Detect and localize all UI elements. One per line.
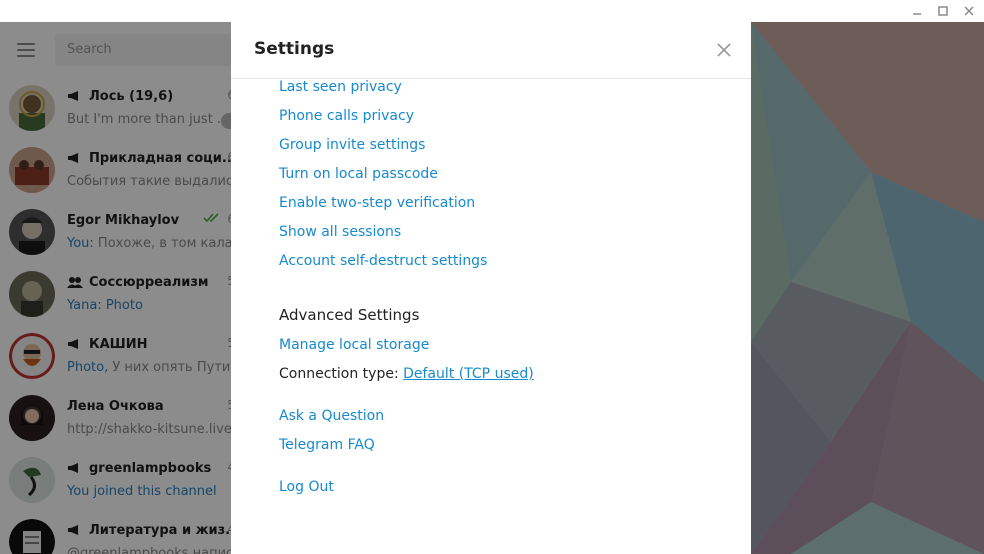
self-destruct-settings-link[interactable]: Account self-destruct settings <box>279 253 487 269</box>
dialog-header: Settings <box>231 22 751 79</box>
group-invite-settings-link[interactable]: Group invite settings <box>279 137 425 153</box>
dialog-title: Settings <box>254 39 335 59</box>
close-dialog-icon[interactable] <box>715 41 733 59</box>
maximize-icon[interactable] <box>934 2 952 20</box>
manage-local-storage-link[interactable]: Manage local storage <box>279 337 429 353</box>
last-seen-privacy-link[interactable]: Last seen privacy <box>279 79 402 95</box>
two-step-verification-link[interactable]: Enable two-step verification <box>279 195 475 211</box>
ask-question-link[interactable]: Ask a Question <box>279 408 384 424</box>
log-out-link[interactable]: Log Out <box>279 479 334 495</box>
connection-type-link[interactable]: Default (TCP used) <box>403 366 534 382</box>
connection-type-label: Connection type: <box>279 366 404 382</box>
local-passcode-link[interactable]: Turn on local passcode <box>279 166 438 182</box>
close-icon[interactable] <box>960 2 978 20</box>
connection-type-row: Connection type: Default (TCP used) <box>279 366 534 382</box>
phone-calls-privacy-link[interactable]: Phone calls privacy <box>279 108 414 124</box>
show-sessions-link[interactable]: Show all sessions <box>279 224 401 240</box>
advanced-settings-heading: Advanced Settings <box>279 306 420 324</box>
window-controls <box>908 2 978 20</box>
window-titlebar <box>0 0 984 22</box>
settings-dialog: Settings Last seen privacy Phone calls p… <box>231 22 751 554</box>
minimize-icon[interactable] <box>908 2 926 20</box>
telegram-faq-link[interactable]: Telegram FAQ <box>279 437 375 453</box>
